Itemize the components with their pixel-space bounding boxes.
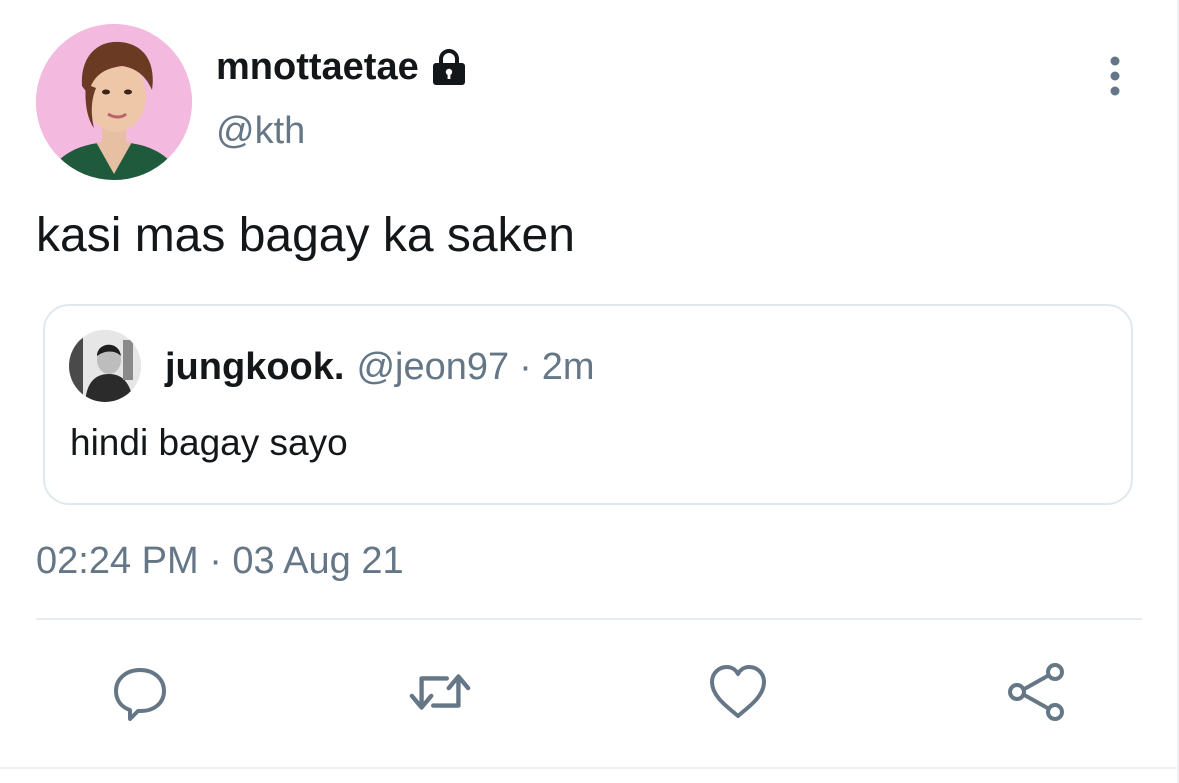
reply-button[interactable] [108,660,172,724]
quoted-tweet-text: hindi bagay sayo [70,422,348,463]
author-name-row: mnottaetae [216,42,469,92]
tweet-page: mnottaetae @kth kasi mas bagay ka saken [0,0,1179,783]
quoted-tweet-card[interactable]: jungkook. @jeon97 · 2m hindi bagay sayo [43,304,1133,505]
bottom-border [0,767,1179,769]
quoted-avatar-image [69,330,141,402]
tweet-text: kasi mas bagay ka saken [36,209,575,262]
author-handle[interactable]: @kth [216,110,305,153]
tweet-timestamp: 02:24 PM · 03 Aug 21 [36,540,404,582]
quoted-author-handle[interactable]: @jeon97 [356,346,509,389]
author-display-name[interactable]: mnottaetae [216,46,419,89]
more-options-button[interactable] [1098,52,1132,100]
heart-icon [710,665,766,718]
retweet-button[interactable] [408,660,472,724]
quoted-author-avatar[interactable] [69,330,141,402]
author-avatar[interactable] [36,24,192,180]
retweet-icon [409,674,471,710]
share-icon [1008,663,1064,721]
quoted-time: 2m [541,346,595,388]
reply-icon [114,668,166,721]
lock-icon [429,47,469,87]
like-button[interactable] [706,660,770,724]
more-vertical-icon [1110,56,1120,96]
divider [36,618,1142,620]
quoted-tweet-header: jungkook. @jeon97 · 2m [165,346,595,389]
share-button[interactable] [1005,660,1069,724]
quoted-separator: · [519,346,532,388]
avatar-image [36,24,192,180]
quoted-author-name[interactable]: jungkook. [165,346,344,389]
